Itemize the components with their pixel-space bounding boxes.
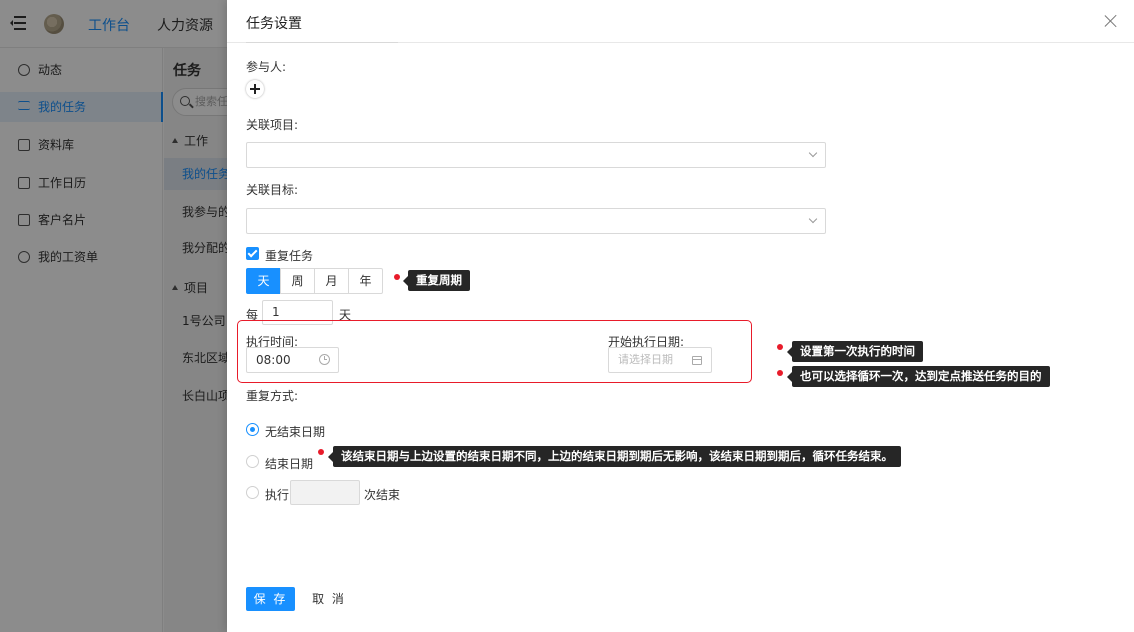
cancel-button[interactable]: 取 消 bbox=[307, 587, 351, 611]
repeat-task-checkbox[interactable] bbox=[246, 247, 259, 260]
radio-no-end-date-label[interactable]: 无结束日期 bbox=[265, 423, 325, 440]
drawer-header: 任务设置 bbox=[227, 0, 1134, 43]
period-week-button[interactable]: 周 bbox=[280, 268, 315, 294]
period-month-button[interactable]: 月 bbox=[314, 268, 349, 294]
chevron-down-icon bbox=[808, 214, 818, 224]
annotation-period: 重复周期 bbox=[403, 270, 470, 291]
period-selector: 天 周 月 年 bbox=[246, 268, 383, 294]
annotation-end-date: 该结束日期与上边设置的结束日期不同，上边的结束日期到期后无影响，该结束日期到期后… bbox=[328, 446, 901, 467]
start-date-placeholder: 请选择日期 bbox=[618, 353, 673, 366]
exec-time-input[interactable]: 08:00 bbox=[246, 347, 339, 373]
annotation-dot bbox=[394, 274, 400, 280]
related-project-select[interactable] bbox=[246, 142, 826, 168]
times-suffix: 次结束 bbox=[364, 488, 401, 502]
start-date-input[interactable]: 请选择日期 bbox=[608, 347, 712, 373]
annotation-dot bbox=[318, 449, 324, 455]
period-year-button[interactable]: 年 bbox=[348, 268, 383, 294]
drawer-title: 任务设置 bbox=[246, 16, 302, 32]
related-goal-label: 关联目标: bbox=[246, 183, 299, 197]
radio-end-date[interactable] bbox=[246, 455, 259, 468]
clock-icon bbox=[319, 354, 330, 365]
related-project-label: 关联项目: bbox=[246, 118, 299, 132]
period-day-button[interactable]: 天 bbox=[246, 268, 281, 294]
chevron-down-icon bbox=[808, 148, 818, 158]
annotation-dot bbox=[777, 370, 783, 376]
calendar-icon bbox=[692, 356, 702, 365]
related-goal-select[interactable] bbox=[246, 208, 826, 234]
radio-execute-times[interactable] bbox=[246, 486, 259, 499]
radio-end-date-label[interactable]: 结束日期 bbox=[265, 455, 313, 472]
save-button[interactable]: 保 存 bbox=[246, 587, 295, 611]
divider bbox=[246, 42, 398, 43]
repeat-mode-label: 重复方式: bbox=[246, 389, 299, 403]
annotation-loop-once: 也可以选择循环一次，达到定点推送任务的目的 bbox=[787, 366, 1050, 387]
close-icon[interactable] bbox=[1104, 14, 1118, 28]
task-settings-drawer: 任务设置 参与人: 关联项目: 关联目标: 重复任务 天 周 月 年 每 1 天… bbox=[227, 0, 1134, 632]
add-participant-button[interactable] bbox=[246, 80, 264, 98]
annotation-dot bbox=[777, 344, 783, 350]
times-input[interactable] bbox=[290, 480, 360, 505]
exec-time-value: 08:00 bbox=[256, 353, 291, 367]
radio-execute-times-label[interactable]: 执行 bbox=[265, 486, 289, 503]
repeat-task-label[interactable]: 重复任务 bbox=[265, 247, 313, 264]
participants-label: 参与人: bbox=[246, 60, 287, 74]
radio-no-end-date[interactable] bbox=[246, 423, 259, 436]
annotation-first-time: 设置第一次执行的时间 bbox=[787, 341, 923, 362]
